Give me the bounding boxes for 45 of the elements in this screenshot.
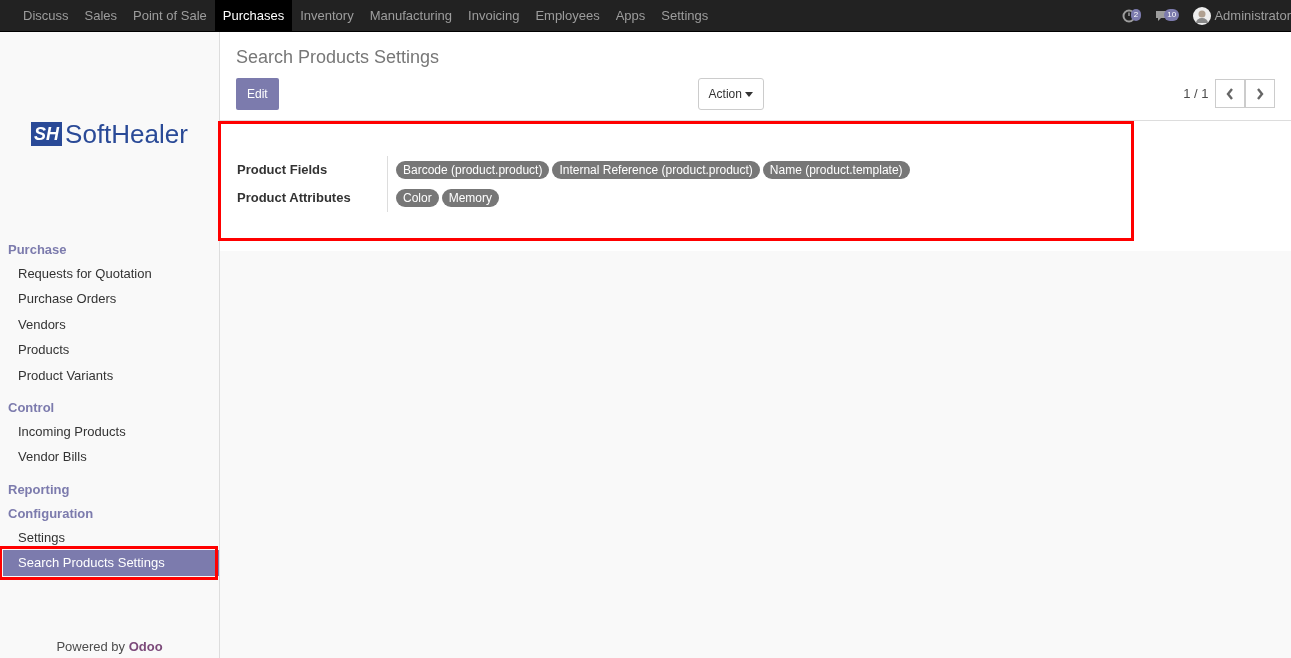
menu-item[interactable]: Apps: [607, 0, 654, 31]
tag: Color: [396, 188, 439, 207]
page-title: Search Products Settings: [236, 46, 441, 69]
action-button[interactable]: Action: [697, 77, 765, 110]
menu-item[interactable]: Employees: [527, 0, 608, 31]
field-label: Product Fields: [237, 160, 329, 179]
previous-button[interactable]: [1215, 79, 1245, 108]
pager-text: 1 / 1: [1183, 84, 1209, 103]
menu-section-heading: Control: [7, 399, 56, 417]
menu-section-heading: Reporting: [7, 480, 71, 499]
sidebar-item[interactable]: Requests for Quotation: [0, 260, 219, 286]
menu-item[interactable]: Settings: [653, 0, 717, 31]
activity-button[interactable]: 2: [1121, 8, 1142, 23]
caret-icon: [745, 91, 754, 97]
sidebar-item[interactable]: Vendors: [0, 311, 219, 337]
sidebar-item[interactable]: Settings: [0, 524, 219, 550]
sidebar-item[interactable]: Search Products Settings: [3, 550, 219, 576]
tag: Internal Reference (product.product): [552, 160, 760, 179]
menu-item[interactable]: Inventory: [292, 0, 362, 31]
menu-item[interactable]: Sales: [76, 0, 126, 31]
menu-item[interactable]: Manufacturing: [361, 0, 461, 31]
sidebar-item[interactable]: Products: [0, 337, 219, 363]
menu-item[interactable]: Discuss: [15, 0, 77, 31]
chevron-right-icon: [1256, 87, 1264, 100]
logo-mark: SH: [31, 122, 63, 146]
tag: Name (product.template): [762, 160, 910, 179]
powered-by-text: Powered by Odoo: [55, 637, 164, 656]
menu-item[interactable]: Invoicing: [460, 0, 528, 31]
chevron-left-icon: [1226, 87, 1234, 100]
tag: Barcode (product.product): [396, 160, 550, 179]
sidebar-item[interactable]: Vendor Bills: [0, 444, 219, 470]
next-button[interactable]: [1245, 79, 1275, 108]
sidebar-item[interactable]: Product Variants: [0, 362, 219, 388]
field-label: Product Attributes: [237, 188, 352, 207]
logo-text: SoftHealer: [65, 121, 188, 147]
menu-section-heading: Configuration: [7, 505, 95, 523]
menu-item[interactable]: Point of Sale: [125, 0, 215, 31]
sidebar-item[interactable]: Incoming Products: [0, 418, 219, 444]
avatar-icon: [1193, 6, 1212, 25]
menu-section-heading: Purchase: [7, 241, 68, 259]
edit-button[interactable]: Edit: [236, 77, 279, 110]
sidebar-item[interactable]: Purchase Orders: [0, 286, 219, 312]
user-menu[interactable]: Administrator: [1193, 5, 1291, 26]
menu-item[interactable]: Purchases: [214, 0, 293, 31]
tag: Memory: [441, 188, 500, 207]
